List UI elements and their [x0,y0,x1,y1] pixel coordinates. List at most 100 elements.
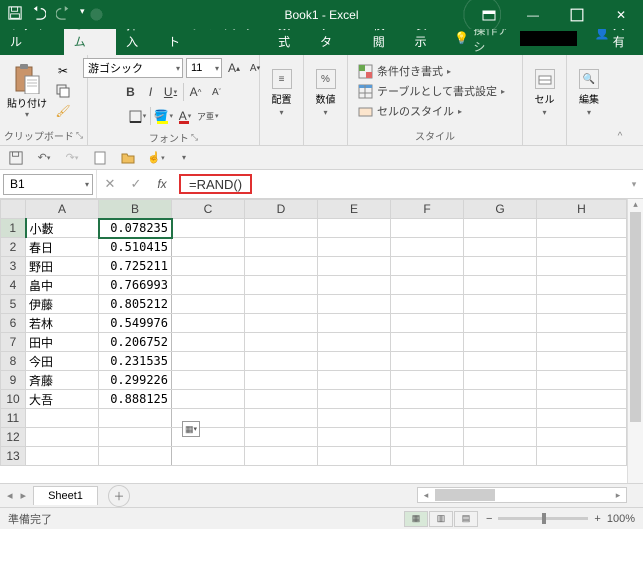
cell[interactable] [26,428,99,447]
bold-button[interactable]: B [122,82,140,102]
cell[interactable] [537,352,627,371]
qat-customize-icon[interactable]: ▾ [80,6,85,23]
cell[interactable]: 野田 [26,257,99,276]
ribbon-display-options-icon[interactable] [467,0,511,29]
cell[interactable]: 0.549976 [99,314,172,333]
cell[interactable] [464,295,537,314]
cell[interactable] [245,314,318,333]
cell[interactable] [172,447,245,466]
cell[interactable]: 今田 [26,352,99,371]
editing-group-collapsed[interactable]: 🔍編集▾ [573,69,605,117]
increase-font-alt[interactable]: A^ [187,82,205,102]
number-group-collapsed[interactable]: %数値▾ [310,69,341,117]
cell[interactable] [464,219,537,238]
cell[interactable]: 斉藤 [26,371,99,390]
cell[interactable] [318,447,391,466]
col-header[interactable]: E [318,200,391,219]
cell[interactable] [26,447,99,466]
cell[interactable] [172,295,245,314]
redo-icon[interactable]: ↷ ▾ [62,149,82,167]
cell[interactable] [245,352,318,371]
cell[interactable]: 0.231535 [99,352,172,371]
cell[interactable]: 0.888125 [99,390,172,409]
insert-function-button[interactable]: fx [149,170,175,198]
cell[interactable] [391,447,464,466]
cell[interactable] [391,371,464,390]
cell[interactable] [464,428,537,447]
horizontal-scrollbar[interactable]: ◂▸ [417,487,627,503]
cell[interactable]: 0.805212 [99,295,172,314]
cell[interactable] [391,257,464,276]
cell[interactable] [318,295,391,314]
zoom-slider[interactable] [498,517,588,520]
cell[interactable] [245,276,318,295]
cell[interactable]: 0.766993 [99,276,172,295]
cell[interactable] [537,238,627,257]
cell[interactable] [537,333,627,352]
cell[interactable]: 0.510415 [99,238,172,257]
cell[interactable] [318,238,391,257]
zoom-level[interactable]: 100% [607,513,635,525]
cell[interactable] [464,409,537,428]
cell[interactable]: 0.725211 [99,257,172,276]
cell[interactable] [464,314,537,333]
cell[interactable] [172,390,245,409]
cell[interactable] [245,219,318,238]
cell[interactable] [245,447,318,466]
font-size-select[interactable]: 11▾ [186,58,222,78]
cell[interactable] [172,276,245,295]
cell[interactable] [245,428,318,447]
cell[interactable] [318,219,391,238]
cell[interactable] [537,428,627,447]
conditional-formatting-button[interactable]: 条件付き書式 ▸ [358,63,505,79]
cell[interactable] [537,295,627,314]
formula-input[interactable]: =RAND() [175,170,625,198]
cell[interactable] [391,314,464,333]
cell[interactable] [318,257,391,276]
enter-formula-button[interactable]: ✓ [123,170,149,198]
row-header[interactable]: 9 [1,371,26,390]
cell[interactable]: 大吾 [26,390,99,409]
cell[interactable] [172,333,245,352]
cell[interactable] [464,371,537,390]
new-icon[interactable] [90,149,110,167]
cell[interactable] [391,428,464,447]
zoom-in-button[interactable]: + [594,513,600,525]
cell[interactable]: 小藪 [26,219,99,238]
row-header[interactable]: 12 [1,428,26,447]
row-header[interactable]: 8 [1,352,26,371]
cell[interactable]: 伊藤 [26,295,99,314]
font-color-button[interactable]: A [176,106,194,126]
save-icon[interactable] [8,6,22,23]
cell[interactable] [464,447,537,466]
border-button[interactable] [129,106,147,126]
cell[interactable] [464,238,537,257]
copy-button[interactable] [54,83,72,99]
cell[interactable] [391,390,464,409]
cell[interactable] [537,314,627,333]
cell[interactable] [464,390,537,409]
cell[interactable] [172,238,245,257]
cell[interactable] [172,371,245,390]
cell[interactable] [537,409,627,428]
row-header[interactable]: 2 [1,238,26,257]
maximize-button[interactable] [555,0,599,29]
collapse-ribbon-button[interactable]: ^ [611,55,629,145]
decrease-font-alt[interactable]: Aˇ [208,82,226,102]
page-break-view-button[interactable]: ▤ [454,511,478,527]
undo-icon[interactable]: ↶ ▾ [34,149,54,167]
cell[interactable] [318,409,391,428]
cell[interactable] [318,428,391,447]
cut-button[interactable]: ✂ [54,63,72,79]
close-button[interactable]: ✕ [599,0,643,29]
cell[interactable]: 若林 [26,314,99,333]
cell[interactable] [464,276,537,295]
cell[interactable] [391,333,464,352]
underline-button[interactable]: U [162,82,180,102]
cell[interactable] [537,447,627,466]
cell[interactable]: 0.299226 [99,371,172,390]
cells-group-collapsed[interactable]: セル▾ [529,69,560,117]
cancel-formula-button[interactable]: ✕ [97,170,123,198]
increase-font-button[interactable]: A▴ [225,58,243,78]
save-icon[interactable] [6,149,26,167]
